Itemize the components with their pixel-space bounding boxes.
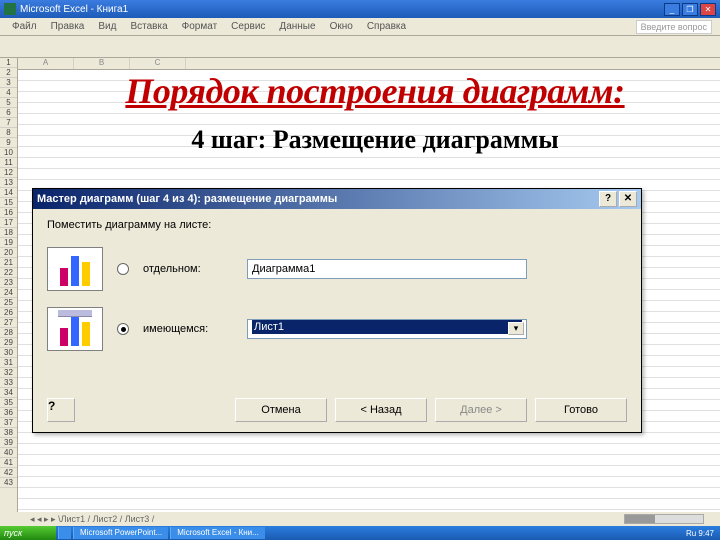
back-button[interactable]: < Назад	[335, 398, 427, 422]
existing-sheet-select[interactable]: Лист1	[247, 319, 527, 339]
chart-existing-icon	[47, 307, 103, 351]
dialog-body: Поместить диаграмму на листе: отдельном:…	[33, 209, 641, 377]
task-item[interactable]	[58, 527, 71, 539]
menu-window[interactable]: Окно	[324, 19, 359, 34]
menu-insert[interactable]: Вставка	[124, 19, 173, 34]
separate-sheet-name-input[interactable]	[247, 259, 527, 279]
option-separate-sheet: отдельном:	[47, 247, 627, 291]
menu-help[interactable]: Справка	[361, 19, 412, 34]
radio-separate-label: отдельном:	[143, 263, 233, 275]
menu-tools[interactable]: Сервис	[225, 19, 271, 34]
col-header[interactable]: B	[74, 58, 130, 69]
start-button[interactable]: пуск	[0, 526, 56, 540]
menu-file[interactable]: Файл	[6, 19, 43, 34]
sheet-tabs-bar[interactable]: ◂ ◂ ▸ ▸ \Лист1 / Лист2 / Лист3 /	[0, 512, 720, 526]
menu-view[interactable]: Вид	[92, 19, 122, 34]
row-header[interactable]: 1	[0, 58, 17, 68]
menu-data[interactable]: Данные	[273, 19, 321, 34]
radio-existing[interactable]	[117, 323, 129, 335]
col-header[interactable]: C	[130, 58, 186, 69]
place-chart-label: Поместить диаграмму на листе:	[47, 219, 627, 231]
finish-button[interactable]: Готово	[535, 398, 627, 422]
chart-separate-icon	[47, 247, 103, 291]
system-tray[interactable]: Ru 9:47	[680, 529, 720, 538]
minimize-button[interactable]: _	[664, 3, 680, 16]
dialog-title: Мастер диаграмм (шаг 4 из 4): размещение…	[37, 193, 597, 205]
toolbar	[0, 36, 720, 58]
radio-existing-label: имеющемся:	[143, 323, 233, 335]
row-headers: 1234567891011121314151617181920212223242…	[0, 58, 18, 512]
selected-sheet: Лист1	[252, 320, 522, 334]
chart-wizard-dialog: Мастер диаграмм (шаг 4 из 4): размещение…	[32, 188, 642, 433]
next-button[interactable]: Далее >	[435, 398, 527, 422]
page-title: Порядок построения диаграмм:	[60, 70, 690, 112]
help-button[interactable]: ?	[47, 398, 75, 422]
menu-bar: Файл Правка Вид Вставка Формат Сервис Да…	[0, 18, 720, 36]
menu-edit[interactable]: Правка	[45, 19, 91, 34]
task-item[interactable]: Microsoft PowerPoint...	[73, 527, 168, 539]
page-subtitle: 4 шаг: Размещение диаграммы	[60, 125, 690, 155]
dialog-close-button[interactable]: ✕	[619, 191, 637, 207]
option-existing-sheet: имеющемся: Лист1	[47, 307, 627, 351]
dialog-titlebar: Мастер диаграмм (шаг 4 из 4): размещение…	[33, 189, 641, 209]
sheet-tabs-label[interactable]: ◂ ◂ ▸ ▸ \Лист1 / Лист2 / Лист3 /	[30, 514, 154, 525]
window-titlebar: Microsoft Excel - Книга1 _ ❐ ✕	[0, 0, 720, 18]
close-button[interactable]: ✕	[700, 3, 716, 16]
window-controls: _ ❐ ✕	[664, 3, 716, 16]
dialog-help-button[interactable]: ?	[599, 191, 617, 207]
cancel-button[interactable]: Отмена	[235, 398, 327, 422]
excel-app-icon	[4, 3, 16, 15]
horizontal-scrollbar[interactable]	[624, 514, 704, 524]
help-search-input[interactable]: Введите вопрос	[636, 20, 712, 34]
col-header[interactable]: A	[18, 58, 74, 69]
radio-separate[interactable]	[117, 263, 129, 275]
column-headers: A B C	[18, 58, 720, 70]
task-item[interactable]: Microsoft Excel - Кни...	[170, 527, 265, 539]
menu-format[interactable]: Формат	[176, 19, 224, 34]
maximize-button[interactable]: ❐	[682, 3, 698, 16]
dialog-buttons: ? Отмена < Назад Далее > Готово	[47, 398, 627, 422]
window-title: Microsoft Excel - Книга1	[20, 4, 664, 15]
windows-taskbar: пуск Microsoft PowerPoint... Microsoft E…	[0, 526, 720, 540]
